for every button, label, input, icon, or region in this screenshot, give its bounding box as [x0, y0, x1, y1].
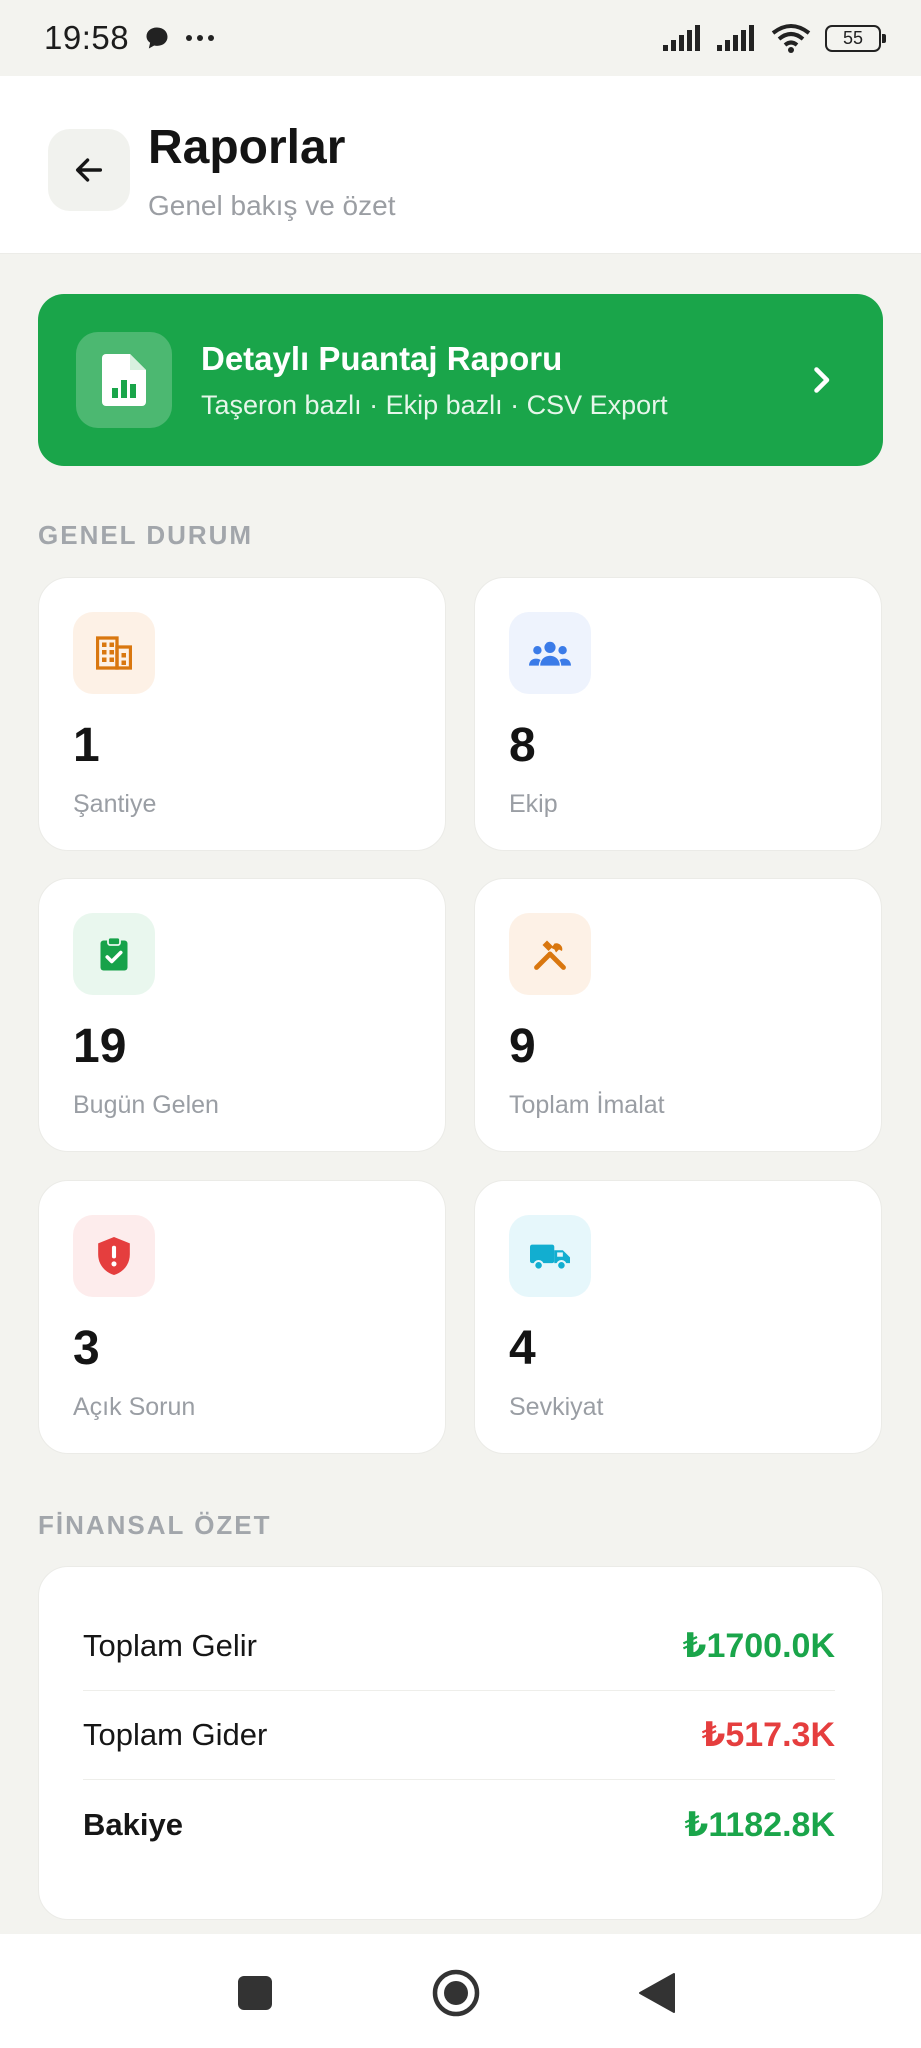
triangle-back-icon [639, 1973, 675, 2013]
detailed-report-banner[interactable]: Detaylı Puantaj Raporu Taşeron bazlı · E… [38, 294, 883, 466]
stat-label: Toplam İmalat [509, 1091, 665, 1119]
finance-row-balance: Bakiye ₺1182.8K [83, 1780, 835, 1869]
finance-row-expense: Toplam Gider ₺517.3K [83, 1691, 835, 1780]
clipboard-check-icon [100, 936, 128, 971]
stat-card-toplam-imalat[interactable]: 9 Toplam İmalat [474, 878, 882, 1152]
stat-label: Ekip [509, 790, 558, 818]
stat-icon-box [509, 1215, 591, 1297]
finance-value: ₺1700.0K [682, 1627, 835, 1665]
page-title: Raporlar [148, 121, 346, 174]
tools-icon [534, 940, 566, 970]
page-subtitle: Genel bakış ve özet [148, 190, 396, 221]
more-notifications-icon [186, 35, 215, 41]
finance-summary-card: Toplam Gelir ₺1700.0K Toplam Gider ₺517.… [38, 1566, 883, 1920]
back-button[interactable] [48, 129, 130, 211]
system-nav-bar [0, 1934, 921, 2048]
stat-card-sevkiyat[interactable]: 4 Sevkiyat [474, 1180, 882, 1454]
status-right: 55 [663, 23, 886, 53]
team-icon [529, 641, 571, 666]
shield-alert-icon [98, 1237, 130, 1275]
report-file-icon [102, 354, 146, 406]
signal-icon-2 [717, 25, 754, 51]
status-left: 19:58 [44, 19, 215, 57]
back-nav-button[interactable] [632, 1968, 682, 2018]
chat-notification-icon [146, 27, 168, 49]
stat-value: 8 [509, 719, 536, 772]
stat-value: 19 [73, 1020, 127, 1073]
stat-card-santiye[interactable]: 1 Şantiye [38, 577, 446, 851]
chevron-right-icon [814, 367, 830, 393]
recent-apps-button[interactable] [230, 1968, 280, 2018]
battery-level: 55 [842, 27, 864, 48]
status-bar: 19:58 55 [0, 0, 921, 76]
stat-label: Şantiye [73, 790, 157, 818]
home-circle-icon [432, 1969, 480, 2017]
finance-row-income: Toplam Gelir ₺1700.0K [83, 1602, 835, 1691]
wifi-icon [771, 24, 811, 53]
stat-icon-box [509, 612, 591, 694]
stat-card-ekip[interactable]: 8 Ekip [474, 577, 882, 851]
home-button[interactable] [431, 1968, 481, 2018]
finance-label: Bakiye [83, 1806, 183, 1842]
truck-icon [530, 1244, 570, 1271]
stat-icon-box [509, 913, 591, 995]
finance-label: Toplam Gider [83, 1717, 268, 1752]
signal-icon [663, 25, 700, 51]
general-section-title: GENEL DURUM [38, 520, 254, 550]
stat-card-acik-sorun[interactable]: 3 Açık Sorun [38, 1180, 446, 1454]
stat-label: Bugün Gelen [73, 1091, 219, 1119]
stat-value: 4 [509, 1322, 536, 1375]
stat-icon-box [73, 1215, 155, 1297]
finance-value: ₺517.3K [701, 1716, 835, 1754]
finance-section-title: FİNANSAL ÖZET [38, 1510, 272, 1540]
stat-label: Açık Sorun [73, 1393, 196, 1421]
stat-card-bugun-gelen[interactable]: 19 Bugün Gelen [38, 878, 446, 1152]
battery-indicator: 55 [825, 24, 886, 52]
banner-title: Detaylı Puantaj Raporu [201, 340, 563, 377]
page-header: Raporlar Genel bakış ve özet [0, 76, 921, 254]
finance-label: Toplam Gelir [83, 1628, 257, 1663]
stat-label: Sevkiyat [509, 1393, 604, 1421]
arrow-left-icon [75, 158, 103, 182]
status-time: 19:58 [44, 19, 130, 56]
square-icon [238, 1976, 272, 2010]
stat-icon-box [73, 612, 155, 694]
stat-icon-box [73, 913, 155, 995]
banner-subtitle: Taşeron bazlı · Ekip bazlı · CSV Export [201, 390, 668, 420]
building-icon [96, 636, 132, 670]
finance-value: ₺1182.8K [684, 1805, 835, 1844]
stat-value: 3 [73, 1322, 100, 1375]
stat-value: 1 [73, 719, 100, 772]
stat-value: 9 [509, 1020, 536, 1073]
banner-icon-box [76, 332, 172, 428]
